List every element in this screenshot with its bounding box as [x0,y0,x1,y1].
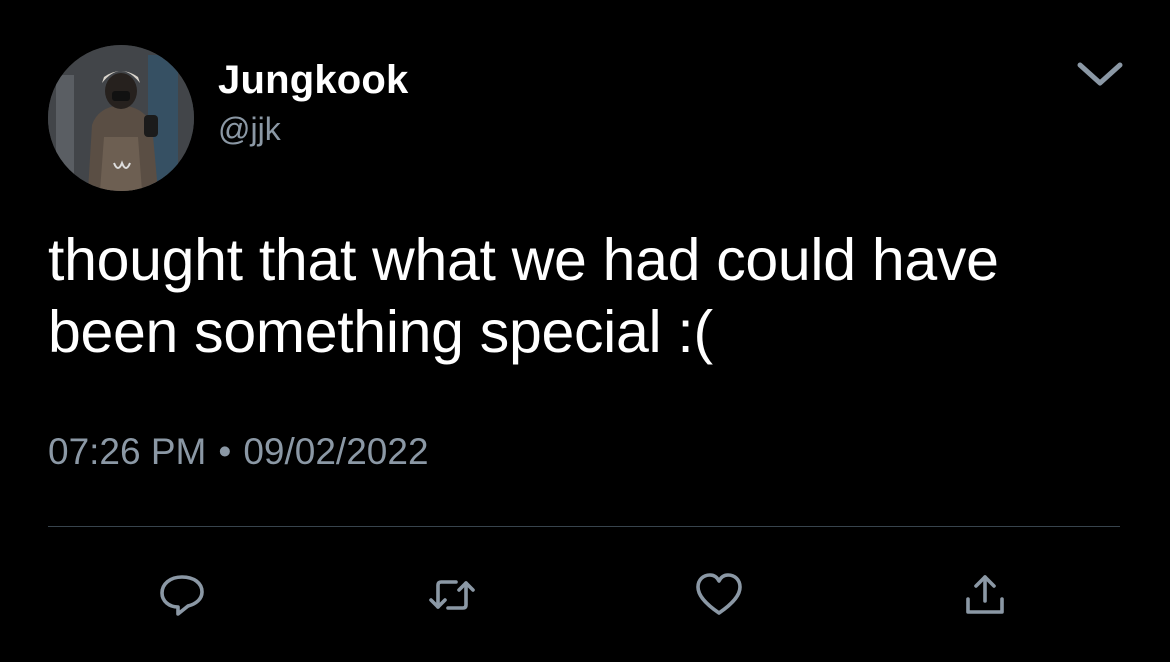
tweet-time[interactable]: 07:26 PM [48,431,206,472]
reply-button[interactable] [147,560,217,630]
tweet-card: Jungkook @jjk thought that what we had c… [0,0,1170,662]
meta-separator: • [218,431,232,472]
tweet-date[interactable]: 09/02/2022 [243,431,428,472]
tweet-actions [0,560,1170,630]
retweet-button[interactable] [417,560,487,630]
avatar-photo [48,45,194,191]
tweet-text: thought that what we had could have been… [48,227,999,365]
like-button[interactable] [684,560,754,630]
user-handle[interactable]: @jjk [218,109,409,149]
tweet-meta: 07:26 PM • 09/02/2022 [48,428,429,476]
display-name[interactable]: Jungkook [218,57,409,103]
chevron-down-icon [1077,62,1123,86]
reply-icon [160,575,204,616]
tweet-header: Jungkook @jjk [48,45,1128,195]
avatar[interactable] [48,45,194,191]
retweet-icon [429,580,475,610]
tweet-menu-button[interactable] [1072,53,1128,93]
share-button[interactable] [950,560,1020,630]
share-icon [966,575,1004,614]
heart-icon [696,573,742,615]
divider [48,526,1120,527]
user-info: Jungkook @jjk [218,57,409,149]
